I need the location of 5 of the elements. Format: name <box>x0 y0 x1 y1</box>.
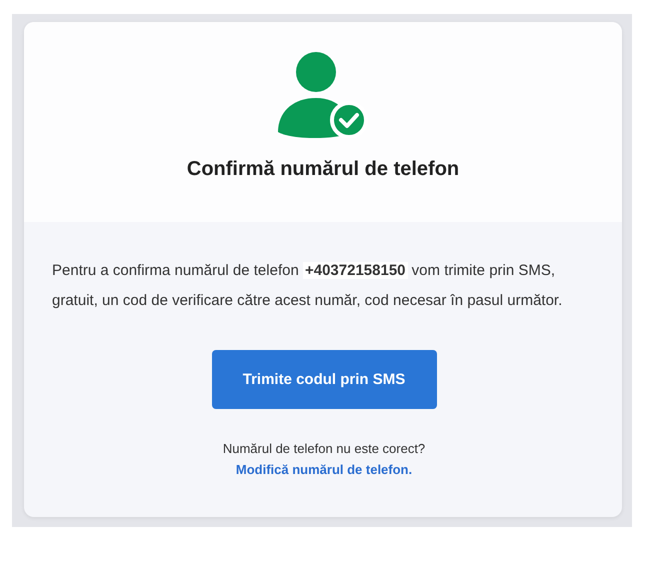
message-text: Pentru a confirma numărul de telefon +40372158150 vom trimite prin SMS, gratuit, un cod de verificare către acest număr, cod necesar în pasul următor. <box>52 261 564 311</box>
question-text: Numărul de telefon nu este corect? <box>222 441 426 456</box>
change-number-link[interactable]: Modifică numărul de telefon. <box>236 462 412 477</box>
dialog-title: Confirmă numărul de telefon <box>186 158 460 181</box>
send-sms-button[interactable]: Trimite codul prin SMS <box>212 350 436 409</box>
